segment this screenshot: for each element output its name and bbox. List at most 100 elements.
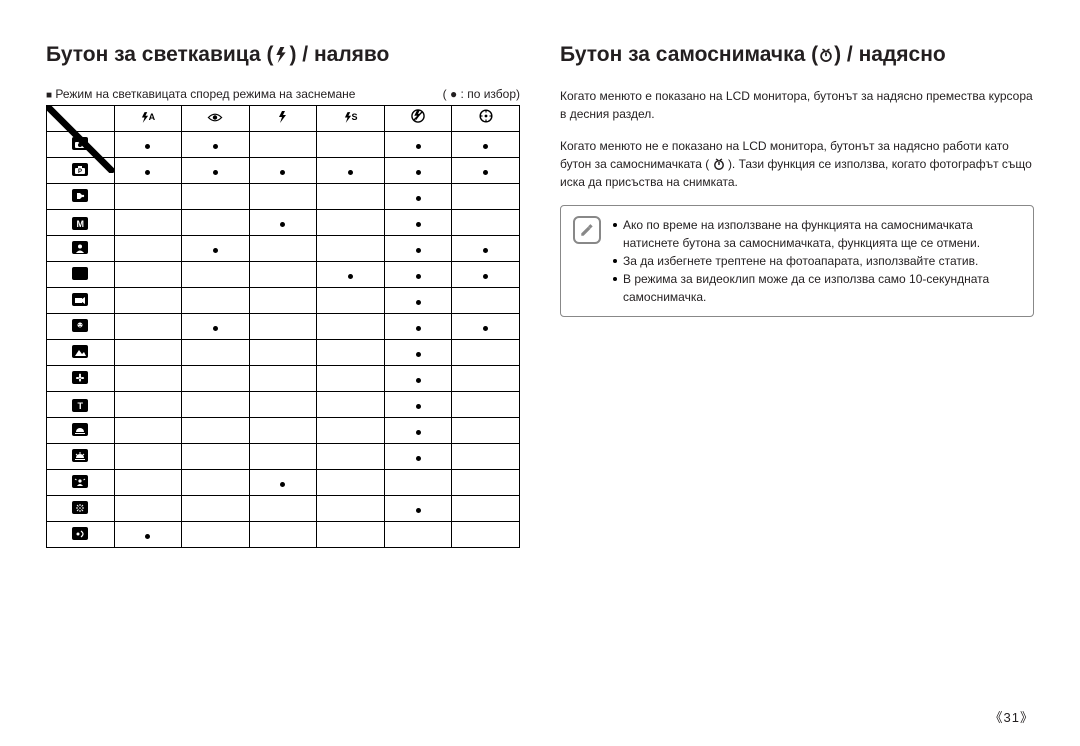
note-item: В режима за видеоклип може да се използв…: [613, 270, 1021, 306]
dot-icon: [416, 222, 421, 227]
dot-icon: [280, 170, 285, 175]
table-cell: [114, 522, 182, 548]
table-cell: [452, 340, 520, 366]
row-header: [47, 470, 115, 496]
row-header: [47, 262, 115, 288]
table-cell: [384, 262, 452, 288]
table-cell: [452, 236, 520, 262]
table-cell: [182, 314, 250, 340]
table-cell: [452, 470, 520, 496]
table-cell: [249, 184, 317, 210]
table-cell: [114, 288, 182, 314]
table-cell: [114, 444, 182, 470]
table-cell: [249, 210, 317, 236]
table-cell: [114, 184, 182, 210]
row-header: [47, 366, 115, 392]
row-firework-icon: [72, 501, 88, 514]
dot-icon: [416, 430, 421, 435]
dot-icon: [416, 300, 421, 305]
row-backlight-icon: [72, 475, 88, 488]
row-sunset-icon: [72, 423, 88, 436]
dot-icon: [145, 144, 150, 149]
right-heading: Бутон за самоснимачка ( ) / надясно: [560, 40, 1034, 69]
table-cell: [182, 392, 250, 418]
table-cell: [249, 340, 317, 366]
row-header: [47, 288, 115, 314]
note-box: Ако по време на използване на функцията …: [560, 205, 1034, 317]
table-cell: [384, 158, 452, 184]
table-legend: ( ● : по избор): [443, 87, 520, 101]
table-cell: [182, 366, 250, 392]
flash-icon: [273, 47, 289, 63]
dot-icon: [416, 378, 421, 383]
table-row: [47, 262, 520, 288]
table-cell: [317, 262, 385, 288]
table-cell: [114, 262, 182, 288]
table-cell: [249, 236, 317, 262]
table-cell: [114, 470, 182, 496]
row-dawn-icon: [72, 449, 88, 462]
table-cell: [249, 366, 317, 392]
table-cell: [452, 392, 520, 418]
flash-on-icon: [249, 106, 317, 132]
flash-mode-table: A S: [46, 105, 520, 548]
row-header: T: [47, 392, 115, 418]
table-cell: [182, 262, 250, 288]
dot-icon: [483, 274, 488, 279]
table-cell: [384, 340, 452, 366]
table-cell: [114, 340, 182, 366]
table-cell: [114, 366, 182, 392]
left-heading: Бутон за светкавица ( ) / наляво: [46, 40, 520, 69]
table-corner: [47, 106, 115, 132]
dot-icon: [483, 326, 488, 331]
table-cell: [317, 366, 385, 392]
table-cell: [182, 340, 250, 366]
table-cell: [317, 496, 385, 522]
table-cell: [182, 210, 250, 236]
table-cell: [452, 366, 520, 392]
row-header: [47, 522, 115, 548]
table-cell: [317, 210, 385, 236]
table-row: [47, 496, 520, 522]
table-cell: [249, 418, 317, 444]
table-cell: [182, 444, 250, 470]
table-cell: [249, 470, 317, 496]
table-cell: [317, 158, 385, 184]
table-cell: [384, 392, 452, 418]
row-header: [47, 314, 115, 340]
paragraph-1: Когато менюто е показано на LCD монитора…: [560, 87, 1034, 123]
table-cell: [452, 496, 520, 522]
table-caption: ■ Режим на светкавицата според режима на…: [46, 87, 355, 101]
row-header: [47, 184, 115, 210]
table-cell: [317, 314, 385, 340]
dot-icon: [213, 326, 218, 331]
table-cell: [249, 132, 317, 158]
dot-icon: [416, 404, 421, 409]
table-cell: [384, 522, 452, 548]
table-cell: [249, 288, 317, 314]
table-cell: [249, 314, 317, 340]
dot-icon: [416, 456, 421, 461]
table-cell: [317, 418, 385, 444]
left-heading-post: ) / наляво: [289, 40, 389, 69]
table-cell: [182, 158, 250, 184]
table-cell: [384, 314, 452, 340]
dot-icon: [416, 170, 421, 175]
table-row: [47, 522, 520, 548]
table-cell: [182, 132, 250, 158]
table-row: M: [47, 210, 520, 236]
row-portrait-icon: [72, 241, 88, 254]
right-heading-pre: Бутон за самоснимачка (: [560, 40, 818, 69]
dot-icon: [416, 326, 421, 331]
table-cell: [452, 444, 520, 470]
table-row: [47, 470, 520, 496]
row-children-icon: [72, 319, 88, 332]
dot-icon: [416, 508, 421, 513]
dot-icon: [213, 248, 218, 253]
table-row: [47, 236, 520, 262]
table-row: [47, 288, 520, 314]
aperture-icon: [452, 106, 520, 132]
row-header: [47, 418, 115, 444]
dot-icon: [416, 144, 421, 149]
table-row: [47, 132, 520, 158]
